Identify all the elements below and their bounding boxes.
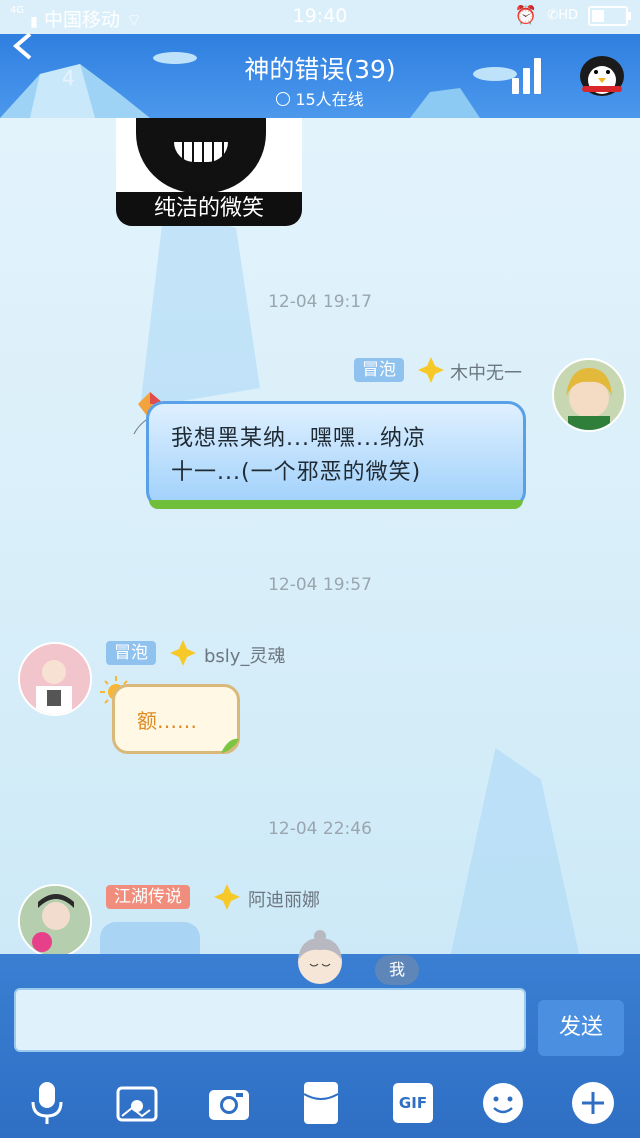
avatar[interactable]: [552, 358, 626, 432]
hd-call-icon: ✆HD: [547, 8, 578, 23]
avatar[interactable]: [18, 884, 92, 954]
alarm-icon: ⏰: [514, 5, 538, 26]
photo-album-icon[interactable]: [114, 1080, 160, 1126]
message-text: 我想黑某纳...嘿嘿...纳凉 十一...(一个邪恶的微笑): [171, 426, 426, 485]
online-dropdown-icon: [276, 92, 291, 106]
grass-decoration: [149, 500, 523, 509]
online-count: 15人在线: [295, 90, 364, 109]
group-profile-button[interactable]: [574, 50, 630, 98]
member-badge: 江湖传说: [106, 885, 190, 909]
message-input[interactable]: [14, 988, 526, 1052]
message-text: 额……: [137, 709, 197, 733]
star-badge-icon: [214, 884, 240, 910]
bar-icon-part: [523, 68, 530, 94]
timestamp: 12-04 19:17: [268, 292, 372, 312]
bar-icon-part: [512, 78, 519, 94]
red-packet-icon[interactable]: [298, 1080, 344, 1126]
leaf-icon: [221, 738, 239, 753]
star-badge-icon: [418, 357, 444, 383]
battery-icon: [588, 5, 631, 26]
chat-area[interactable]: 纯洁的微笑 12-04 19:17 冒泡 木中无一 我想黑某纳...嘿嘿...纳…: [0, 118, 640, 954]
image-message[interactable]: 纯洁的微笑: [116, 118, 302, 226]
group-stats-button[interactable]: [512, 58, 550, 94]
sender-nickname[interactable]: 木中无一: [450, 359, 522, 385]
member-badge: 冒泡: [106, 641, 156, 665]
message-bubble[interactable]: 额……: [112, 684, 240, 754]
avatar[interactable]: [18, 642, 92, 716]
sender-nickname[interactable]: bsly_灵魂: [204, 642, 285, 668]
send-button[interactable]: 发送: [538, 1000, 624, 1056]
mascot-icon: [290, 930, 350, 986]
plus-icon[interactable]: [570, 1080, 616, 1126]
sender-nickname[interactable]: 阿迪丽娜: [248, 886, 320, 912]
gif-label: GIF: [393, 1083, 433, 1123]
member-badge: 冒泡: [354, 358, 404, 382]
message-bubble[interactable]: [100, 922, 200, 954]
timestamp: 12-04 22:46: [268, 819, 372, 839]
penguin-icon: [580, 56, 624, 96]
star-badge-icon: [170, 640, 196, 666]
camera-icon[interactable]: [206, 1080, 252, 1126]
message-bubble[interactable]: 我想黑某纳...嘿嘿...纳凉 十一...(一个邪恶的微笑): [146, 401, 526, 509]
iceberg-decoration: [450, 748, 580, 954]
me-label: 我: [375, 955, 419, 985]
gif-icon[interactable]: GIF: [390, 1080, 436, 1126]
status-bar: 4G ▮ 中国移动 ⌔ 19:40 ⏰ ✆HD: [0, 0, 640, 34]
microphone-icon[interactable]: [24, 1080, 70, 1126]
timestamp: 12-04 19:57: [268, 575, 372, 595]
bar-icon-part: [534, 58, 541, 94]
image-caption: 纯洁的微笑: [116, 192, 302, 226]
emoji-icon[interactable]: [480, 1080, 526, 1126]
meme-image: [136, 118, 266, 193]
status-icons: ⏰ ✆HD: [514, 5, 631, 26]
